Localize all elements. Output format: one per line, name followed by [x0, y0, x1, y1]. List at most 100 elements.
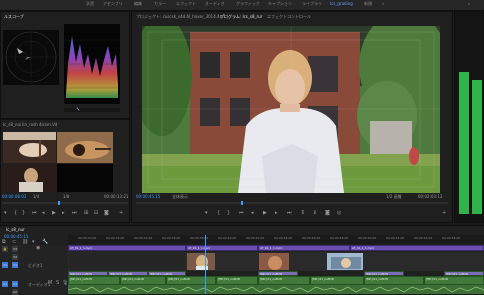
- audio-clip[interactable]: [MC] 01_nuM.W: [424, 276, 484, 285]
- timeline-clip-v1[interactable]: [68, 252, 186, 271]
- source-playhead[interactable]: [58, 201, 60, 205]
- clip-thumbnail: [259, 253, 289, 270]
- camera-icon[interactable]: ◙: [104, 211, 109, 216]
- program-timecode[interactable]: 00:00:45:15: [136, 194, 160, 199]
- audio-clip[interactable]: [MC] 01_nuM.W: [258, 276, 310, 285]
- workspace-tab[interactable]: キャプション: [268, 1, 292, 7]
- mark-out-icon[interactable]: }: [227, 211, 230, 216]
- play-icon[interactable]: ▶: [263, 211, 267, 216]
- step-back-icon[interactable]: ◂: [42, 211, 45, 216]
- program-playhead[interactable]: [241, 201, 243, 205]
- timeline-clip-v1[interactable]: [186, 252, 216, 271]
- camera-icon[interactable]: ◙: [325, 211, 330, 216]
- workspace-tab[interactable]: グラフィック: [236, 1, 260, 7]
- mark-in-icon[interactable]: {: [217, 211, 220, 216]
- workspace-tab[interactable]: エフェクト: [176, 1, 196, 7]
- program-duration[interactable]: 00:02:03:13: [418, 194, 442, 199]
- insert-icon[interactable]: ⊞: [84, 211, 88, 216]
- track-lock-toggle[interactable]: 🔒: [2, 246, 8, 252]
- timeline-playhead[interactable]: [205, 235, 206, 294]
- audio-clip[interactable]: [MC] 01_nuM.W: [120, 276, 166, 285]
- program-quality[interactable]: 1/2 画質: [386, 194, 402, 200]
- audio-clip[interactable]: [MC] 01_nuM.W: [364, 276, 424, 285]
- waveform-monitor: [64, 24, 120, 104]
- program-fit[interactable]: 全体表示: [172, 194, 188, 200]
- wrench-icon[interactable]: 🔧: [76, 107, 80, 112]
- eye-icon[interactable]: ◉: [36, 246, 40, 251]
- step-forward-icon[interactable]: ▸: [62, 211, 65, 216]
- workspace-tab[interactable]: カラー: [154, 1, 166, 7]
- track-a1-label[interactable]: A1: [12, 281, 18, 287]
- source-thumbnail-2: [57, 132, 113, 163]
- workspace-tab[interactable]: 新規: [364, 1, 372, 7]
- track-v1-source[interactable]: V1: [2, 262, 8, 268]
- workspace-tab[interactable]: ライブラリ: [302, 1, 322, 7]
- track-v2-label[interactable]: V2: [12, 254, 18, 260]
- timeline-clip-v2[interactable]: AT_01_1_1.mp4: [68, 245, 186, 251]
- clip-thumbnail: [187, 253, 215, 270]
- mark-out-icon[interactable]: }: [22, 211, 25, 216]
- timeline-clip-v1[interactable]: [290, 252, 326, 271]
- overwrite-icon[interactable]: ⊟: [94, 211, 98, 216]
- source-scrubber[interactable]: [2, 201, 128, 205]
- marker-icon[interactable]: ▾: [4, 211, 7, 216]
- go-to-in-icon[interactable]: ⏮: [32, 211, 37, 216]
- scope-settings-bar[interactable]: 🔧: [64, 107, 120, 112]
- audio-meter-panel: [454, 11, 484, 223]
- mark-in-icon[interactable]: {: [14, 211, 17, 216]
- source-clip-name[interactable]: lc_s8_noi lln_rosh 4icsm.Vd: [3, 122, 57, 127]
- track-v1-label[interactable]: V1: [12, 262, 18, 268]
- vr-icon[interactable]: ◎: [337, 211, 341, 216]
- source-timecode-out[interactable]: 00:00:13:21: [104, 194, 128, 199]
- timeline-clip-v2[interactable]: AT_01_1_1.mp4: [186, 245, 258, 251]
- timeline-clip-v1[interactable]: [326, 252, 364, 271]
- step-back-icon[interactable]: ◂: [251, 211, 254, 216]
- source-page[interactable]: 1/4: [33, 194, 39, 199]
- add-icon[interactable]: +: [119, 211, 123, 216]
- ruler-label: 00:00:40:00: [218, 236, 237, 240]
- audio-clip[interactable]: [MC] 01_nuM.W: [310, 276, 364, 285]
- workspace-tab-active[interactable]: lcs_grading: [330, 1, 353, 6]
- timeline-clip-v2[interactable]: AT_01_1_1.mp4: [350, 245, 484, 251]
- video-track-name[interactable]: ビデオ1: [28, 263, 43, 269]
- workspace-tab[interactable]: オーディオ: [205, 1, 225, 7]
- timeline-clip-v1[interactable]: [258, 252, 290, 271]
- track-v3-label[interactable]: V3: [12, 246, 18, 252]
- go-to-out-icon[interactable]: ⏭: [287, 211, 292, 216]
- sequence-tab[interactable]: lc_s8_nur: [6, 227, 25, 232]
- go-to-out-icon[interactable]: ⏭: [72, 211, 77, 216]
- tab-program[interactable]: プログラム: lcs_s8_rur: [220, 14, 262, 20]
- audio-clip[interactable]: [MC] 01_nuM.W: [216, 276, 258, 285]
- timeline-clip-v2[interactable]: AT_01_1_1.mp4: [258, 245, 350, 251]
- tab-effect-controls[interactable]: エフェクトコントロール: [267, 14, 311, 20]
- scopes-tab[interactable]: ルスコープ: [4, 14, 24, 20]
- audio-clip[interactable]: [MC] 01_nuM.W: [68, 276, 120, 285]
- program-scrubber[interactable]: [136, 201, 448, 205]
- workspace-tab[interactable]: 学習: [86, 1, 94, 7]
- search-icon[interactable]: ⌕: [468, 1, 470, 6]
- workspace-tab[interactable]: 編集: [134, 1, 142, 7]
- audio-track-name[interactable]: オーディオ1: [28, 282, 50, 288]
- play-icon[interactable]: ▶: [52, 211, 56, 216]
- extract-icon[interactable]: ⊻: [313, 211, 317, 216]
- track-a1-source[interactable]: A1: [2, 281, 8, 287]
- source-transport-controls: ▾ { } ⏮ ◂ ▶ ▸ ⏭ ⊞ ⊟ ◙ +: [4, 211, 126, 217]
- add-button-icon[interactable]: +: [442, 211, 446, 216]
- go-to-in-icon[interactable]: ⏮: [239, 211, 244, 216]
- solo-icon[interactable]: S: [56, 281, 59, 286]
- source-timecode-in[interactable]: 00:00:08:03: [2, 194, 26, 199]
- audio-clip[interactable]: [MC] 01_nuM.W: [166, 276, 216, 285]
- workspace-more-icon[interactable]: »: [382, 1, 384, 6]
- source-thumbnail-1: [3, 132, 56, 163]
- lift-icon[interactable]: ⊼: [301, 211, 305, 216]
- timeline-clip-v1[interactable]: [216, 252, 258, 271]
- ruler-label: 00:00:34:00: [134, 236, 153, 240]
- tab-project[interactable]: プロジェクト: cuscsk_s4d.6l_hover_3014.4e.1.: [136, 14, 227, 20]
- source-quality[interactable]: 1/8: [63, 194, 69, 199]
- marker-icon[interactable]: ▾: [205, 211, 208, 216]
- mute-icon[interactable]: M: [48, 281, 52, 286]
- track-a2-label[interactable]: A2: [12, 289, 18, 295]
- timeline-clip-v1[interactable]: [364, 252, 484, 271]
- step-forward-icon[interactable]: ▸: [275, 211, 278, 216]
- workspace-tab[interactable]: アセンブリ: [103, 1, 123, 7]
